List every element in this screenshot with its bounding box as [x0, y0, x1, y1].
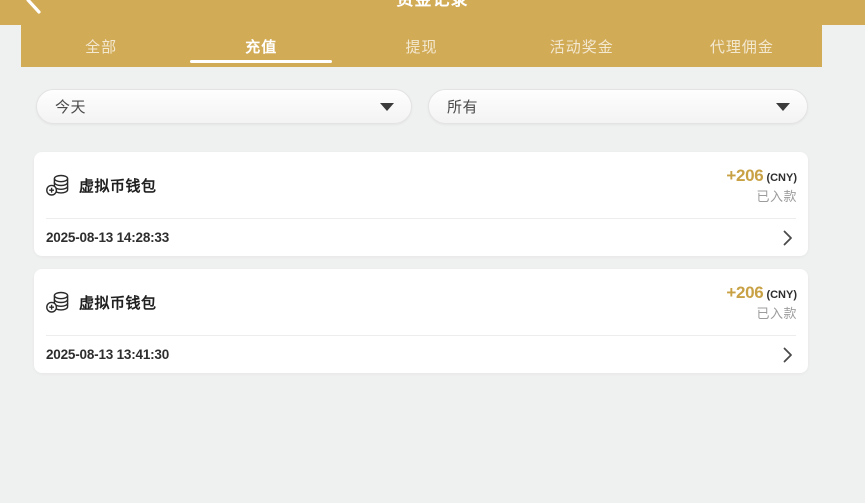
transaction-card: 虚拟币钱包 +206(CNY) 已入款 2025-08-13 14:28:33: [34, 152, 808, 256]
transaction-detail-row[interactable]: 2025-08-13 14:28:33: [34, 219, 808, 256]
type-filter-value: 所有: [447, 96, 478, 117]
coins-add-icon: [46, 291, 71, 314]
tab-bar: 全部 充值 提现 活动奖金 代理佣金: [21, 25, 822, 67]
tab-activity-bonus[interactable]: 活动奖金: [502, 25, 662, 67]
wallet-name: 虚拟币钱包: [79, 292, 157, 313]
amount-value: +206: [726, 166, 763, 185]
status-badge: 已入款: [726, 305, 797, 322]
wallet-name: 虚拟币钱包: [79, 175, 157, 196]
tab-agent-commission[interactable]: 代理佣金: [662, 25, 822, 67]
status-badge: 已入款: [726, 188, 797, 205]
chevron-right-icon: [783, 347, 793, 363]
header-bar: 资金记录: [0, 0, 865, 25]
transaction-timestamp: 2025-08-13 14:28:33: [46, 230, 169, 245]
amount-value: +206: [726, 283, 763, 302]
page-title: 资金记录: [0, 0, 865, 11]
tab-deposit[interactable]: 充值: [181, 25, 341, 67]
coins-add-icon: [46, 174, 71, 197]
amount-currency: (CNY): [766, 172, 797, 184]
transaction-card: 虚拟币钱包 +206(CNY) 已入款 2025-08-13 13:41:30: [34, 269, 808, 373]
transaction-summary-row: 虚拟币钱包 +206(CNY) 已入款: [34, 152, 808, 218]
type-filter-dropdown[interactable]: 所有: [428, 89, 808, 124]
transaction-timestamp: 2025-08-13 13:41:30: [46, 347, 169, 362]
date-filter-value: 今天: [55, 96, 86, 117]
tab-all[interactable]: 全部: [21, 25, 181, 67]
date-filter-dropdown[interactable]: 今天: [36, 89, 412, 124]
chevron-right-icon: [783, 230, 793, 246]
transaction-summary-row: 虚拟币钱包 +206(CNY) 已入款: [34, 269, 808, 335]
caret-down-icon: [380, 103, 394, 111]
tab-withdraw[interactable]: 提现: [341, 25, 501, 67]
transaction-detail-row[interactable]: 2025-08-13 13:41:30: [34, 336, 808, 373]
amount-currency: (CNY): [766, 289, 797, 301]
caret-down-icon: [776, 103, 790, 111]
